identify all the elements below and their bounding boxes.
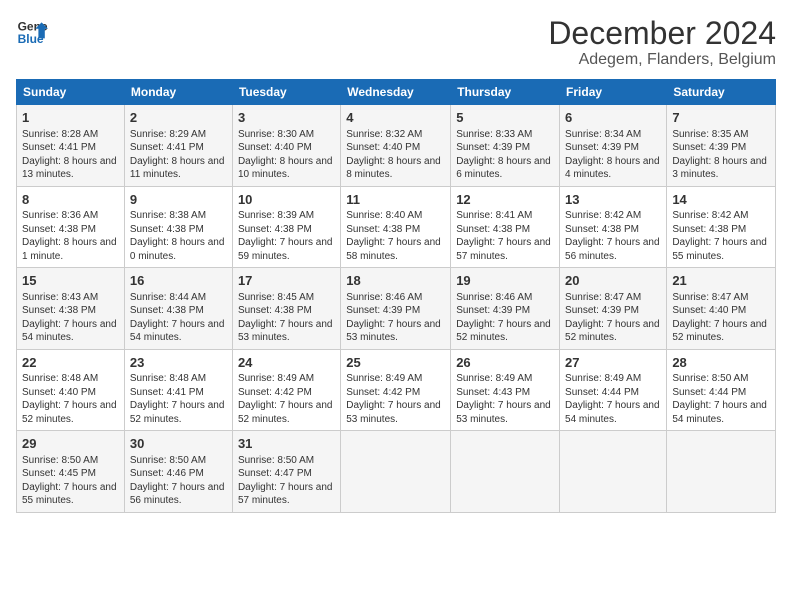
table-row: 26Sunrise: 8:49 AMSunset: 4:43 PMDayligh… (451, 349, 560, 431)
table-row: 30Sunrise: 8:50 AMSunset: 4:46 PMDayligh… (124, 431, 232, 513)
table-row: 25Sunrise: 8:49 AMSunset: 4:42 PMDayligh… (341, 349, 451, 431)
table-row: 29Sunrise: 8:50 AMSunset: 4:45 PMDayligh… (17, 431, 125, 513)
table-row: 20Sunrise: 8:47 AMSunset: 4:39 PMDayligh… (560, 268, 667, 350)
table-row: 18Sunrise: 8:46 AMSunset: 4:39 PMDayligh… (341, 268, 451, 350)
table-row: 23Sunrise: 8:48 AMSunset: 4:41 PMDayligh… (124, 349, 232, 431)
header-sunday: Sunday (17, 80, 125, 105)
table-row: 31Sunrise: 8:50 AMSunset: 4:47 PMDayligh… (232, 431, 340, 513)
table-row: 1Sunrise: 8:28 AMSunset: 4:41 PMDaylight… (17, 105, 125, 187)
header-wednesday: Wednesday (341, 80, 451, 105)
header: General Blue December 2024 Adegem, Fland… (16, 16, 776, 69)
table-row: 14Sunrise: 8:42 AMSunset: 4:38 PMDayligh… (667, 186, 776, 268)
table-row: 15Sunrise: 8:43 AMSunset: 4:38 PMDayligh… (17, 268, 125, 350)
table-row (451, 431, 560, 513)
header-monday: Monday (124, 80, 232, 105)
table-row: 21Sunrise: 8:47 AMSunset: 4:40 PMDayligh… (667, 268, 776, 350)
table-row: 8Sunrise: 8:36 AMSunset: 4:38 PMDaylight… (17, 186, 125, 268)
table-row: 4Sunrise: 8:32 AMSunset: 4:40 PMDaylight… (341, 105, 451, 187)
page-container: General Blue December 2024 Adegem, Fland… (0, 0, 792, 612)
table-row: 13Sunrise: 8:42 AMSunset: 4:38 PMDayligh… (560, 186, 667, 268)
table-row: 7Sunrise: 8:35 AMSunset: 4:39 PMDaylight… (667, 105, 776, 187)
table-row: 27Sunrise: 8:49 AMSunset: 4:44 PMDayligh… (560, 349, 667, 431)
table-row: 24Sunrise: 8:49 AMSunset: 4:42 PMDayligh… (232, 349, 340, 431)
table-row: 17Sunrise: 8:45 AMSunset: 4:38 PMDayligh… (232, 268, 340, 350)
table-row (560, 431, 667, 513)
table-row (341, 431, 451, 513)
title-block: December 2024 Adegem, Flanders, Belgium (548, 16, 776, 69)
header-saturday: Saturday (667, 80, 776, 105)
calendar-body: 1Sunrise: 8:28 AMSunset: 4:41 PMDaylight… (17, 105, 776, 513)
table-row: 28Sunrise: 8:50 AMSunset: 4:44 PMDayligh… (667, 349, 776, 431)
table-row: 12Sunrise: 8:41 AMSunset: 4:38 PMDayligh… (451, 186, 560, 268)
table-row: 6Sunrise: 8:34 AMSunset: 4:39 PMDaylight… (560, 105, 667, 187)
calendar-table: Sunday Monday Tuesday Wednesday Thursday… (16, 79, 776, 513)
table-row: 16Sunrise: 8:44 AMSunset: 4:38 PMDayligh… (124, 268, 232, 350)
table-row (667, 431, 776, 513)
table-row: 3Sunrise: 8:30 AMSunset: 4:40 PMDaylight… (232, 105, 340, 187)
table-row: 10Sunrise: 8:39 AMSunset: 4:38 PMDayligh… (232, 186, 340, 268)
table-row: 9Sunrise: 8:38 AMSunset: 4:38 PMDaylight… (124, 186, 232, 268)
header-friday: Friday (560, 80, 667, 105)
table-row: 19Sunrise: 8:46 AMSunset: 4:39 PMDayligh… (451, 268, 560, 350)
table-row: 22Sunrise: 8:48 AMSunset: 4:40 PMDayligh… (17, 349, 125, 431)
calendar-header: Sunday Monday Tuesday Wednesday Thursday… (17, 80, 776, 105)
month-title: December 2024 (548, 16, 776, 51)
logo-icon: General Blue (16, 16, 48, 48)
header-thursday: Thursday (451, 80, 560, 105)
logo: General Blue (16, 16, 48, 48)
table-row: 5Sunrise: 8:33 AMSunset: 4:39 PMDaylight… (451, 105, 560, 187)
subtitle: Adegem, Flanders, Belgium (548, 51, 776, 69)
table-row: 11Sunrise: 8:40 AMSunset: 4:38 PMDayligh… (341, 186, 451, 268)
table-row: 2Sunrise: 8:29 AMSunset: 4:41 PMDaylight… (124, 105, 232, 187)
header-tuesday: Tuesday (232, 80, 340, 105)
